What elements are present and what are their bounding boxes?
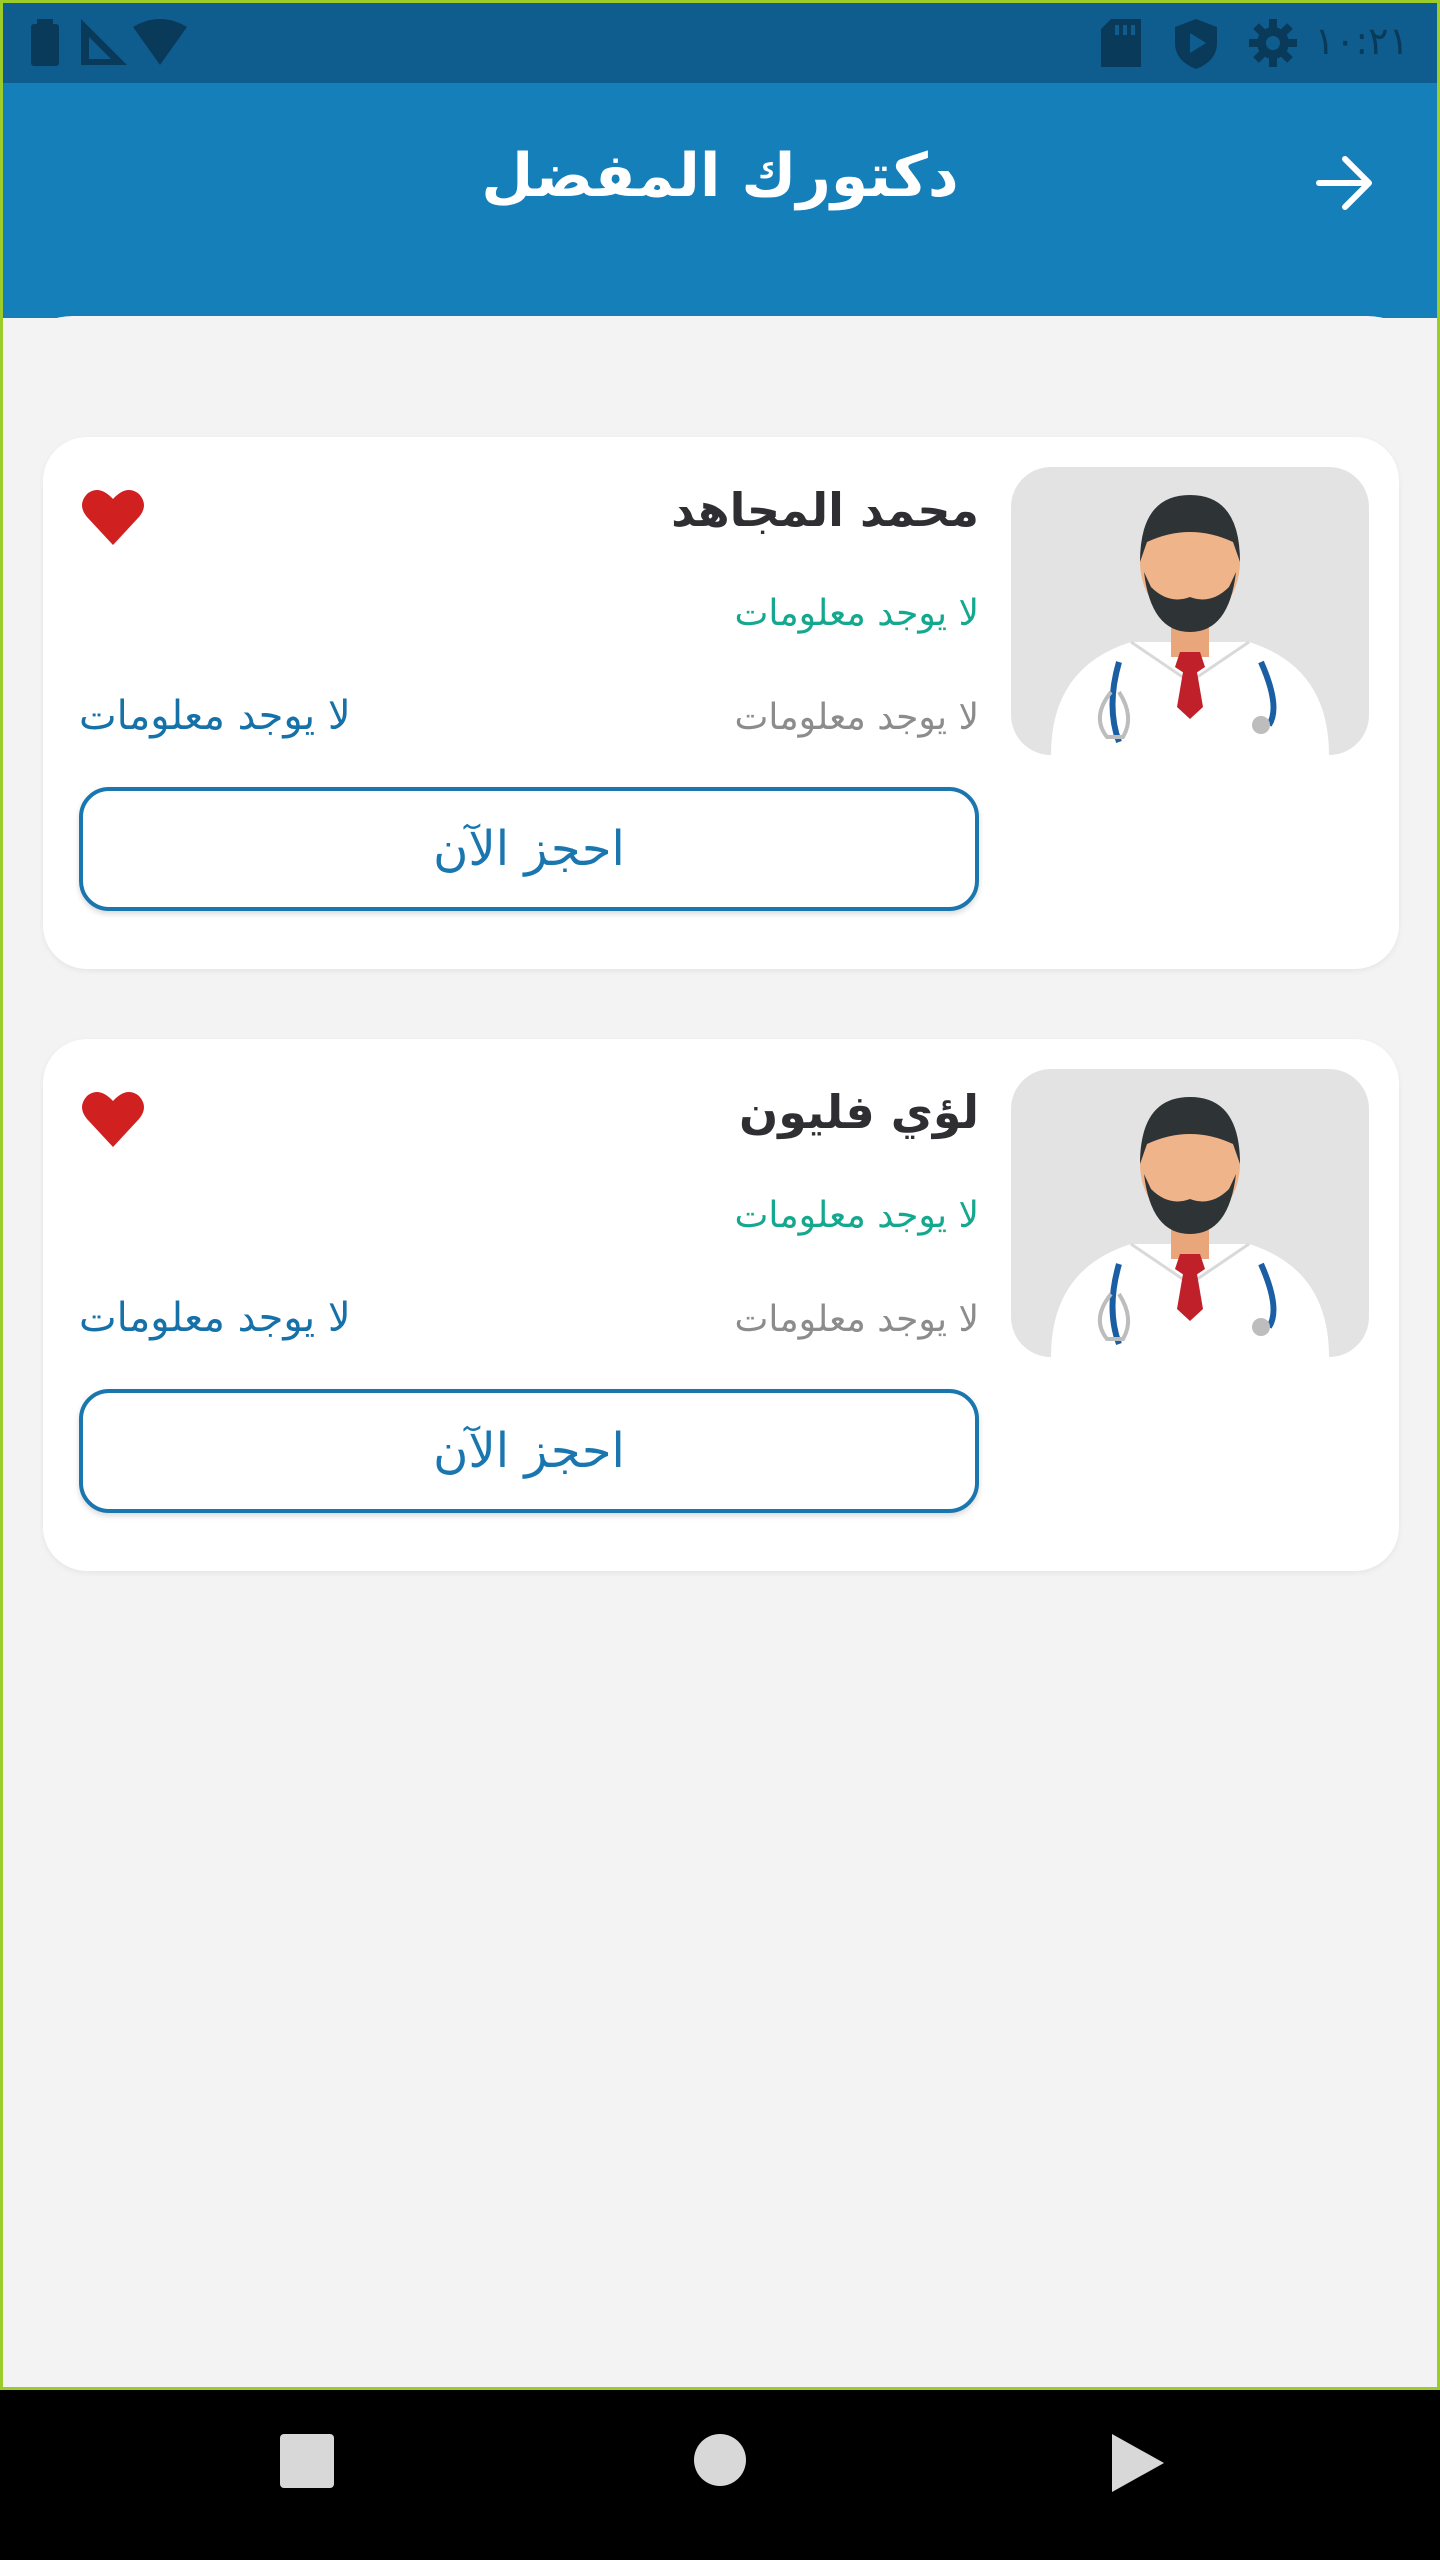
status-time: ١٠:٢١ — [1314, 19, 1409, 63]
status-bar: ١٠:٢١ — [3, 3, 1437, 83]
heart-icon[interactable] — [81, 487, 145, 547]
doctor-avatar — [1011, 1069, 1369, 1357]
app-bar: دكتورك المفضل — [3, 83, 1437, 318]
doctor-name: محمد المجاهد — [671, 483, 979, 537]
doctor-specialty: لا يوجد معلومات — [734, 1195, 980, 1236]
shield-play-icon — [1175, 19, 1217, 69]
doctor-name: لؤي فليون — [738, 1085, 979, 1139]
signal-icon — [81, 19, 127, 65]
book-now-button[interactable]: احجز الآن — [79, 1389, 979, 1513]
back-triangle-icon[interactable] — [1112, 2434, 1164, 2492]
doctor-avatar — [1011, 467, 1369, 755]
app-frame: ١٠:٢١ دكتورك المفضل محمد المجاهد لا يوجد… — [0, 0, 1440, 2390]
doctor-info: لا يوجد معلومات — [734, 1299, 980, 1340]
recents-square-icon[interactable] — [280, 2434, 334, 2488]
doctor-specialty: لا يوجد معلومات — [734, 593, 980, 634]
doctor-illustration — [1051, 1097, 1329, 1357]
page-title: دكتورك المفضل — [481, 141, 959, 211]
doctor-extra-info: لا يوجد معلومات — [79, 693, 351, 739]
doctor-card[interactable]: محمد المجاهد لا يوجد معلومات لا يوجد معل… — [43, 437, 1399, 969]
doctor-extra-info: لا يوجد معلومات — [79, 1295, 351, 1341]
arrow-right-icon[interactable] — [1313, 151, 1377, 215]
wifi-icon — [133, 19, 187, 65]
doctor-info: لا يوجد معلومات — [734, 697, 980, 738]
settings-icon — [1249, 19, 1297, 67]
doctor-card[interactable]: لؤي فليون لا يوجد معلومات لا يوجد معلوما… — [43, 1039, 1399, 1571]
system-nav-bar — [0, 2390, 1440, 2560]
heart-icon[interactable] — [81, 1089, 145, 1149]
home-circle-icon[interactable] — [694, 2434, 746, 2486]
battery-icon — [31, 19, 59, 66]
book-now-button[interactable]: احجز الآن — [79, 787, 979, 911]
doctor-illustration — [1051, 495, 1329, 755]
favorites-list: محمد المجاهد لا يوجد معلومات لا يوجد معل… — [3, 316, 1437, 2387]
sd-card-icon — [1101, 19, 1141, 67]
